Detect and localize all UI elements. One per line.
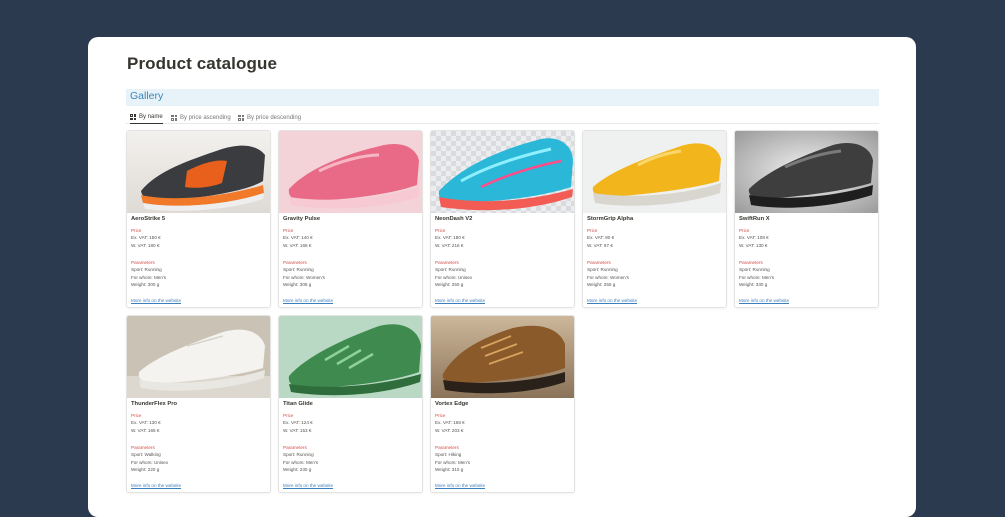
black-grey-shoe-image	[735, 131, 878, 213]
weight-value: Weight: 300 g	[131, 282, 160, 287]
sport-value: Sport: Running	[131, 267, 162, 272]
price-ex-vat: Ex. VAT: 140 €	[283, 235, 313, 240]
sport-value: Sport: Running	[587, 267, 618, 272]
product-name: AeroStrike 5	[131, 216, 166, 222]
for-whom-value: For whom: Women's	[283, 274, 325, 280]
dark-orange-running-shoe-image	[127, 131, 270, 213]
sport-value: Sport: Running	[435, 267, 466, 272]
product-name: Titan Glide	[283, 401, 313, 407]
price-ex-vat: Ex. VAT: 108 €	[739, 235, 769, 240]
price-with-vat: W. VAT: 203 €	[435, 427, 464, 433]
product-name: Gravity Pulse	[283, 216, 321, 222]
weight-value: Weight: 255 g	[587, 282, 616, 287]
for-whom-value: For whom: Women's	[587, 274, 629, 280]
for-whom-value: For whom: Men's	[739, 274, 775, 280]
product-card[interactable]: AeroStrike 5 Price Ex. VAT: 150 € W. VAT…	[126, 130, 271, 308]
price-ex-vat: Ex. VAT: 150 €	[131, 235, 161, 240]
tab-by-name[interactable]: By name	[130, 111, 163, 124]
sport-value: Sport: Running	[283, 267, 314, 272]
for-whom-value: For whom: Men's	[131, 274, 167, 280]
weight-value: Weight: 330 g	[739, 282, 768, 287]
price-with-vat: W. VAT: 153 €	[283, 427, 312, 433]
catalogue-page: Product catalogue Gallery By name By pri…	[88, 37, 916, 517]
white-sneaker-image	[127, 316, 270, 398]
for-whom-value: For whom: Unisex	[131, 459, 169, 465]
price-with-vat: W. VAT: 130 €	[739, 242, 768, 248]
page-title: Product catalogue	[127, 54, 278, 73]
price-with-vat: W. VAT: 165 €	[131, 427, 160, 433]
weight-value: Weight: 230 g	[283, 467, 312, 472]
for-whom-value: For whom: Men's	[435, 459, 471, 465]
price-with-vat: W. VAT: 180 €	[131, 242, 160, 248]
pink-running-shoe-image	[279, 131, 422, 213]
tab-label: By name	[139, 114, 163, 120]
price-ex-vat: Ex. VAT: 130 €	[131, 420, 161, 425]
product-name: Vortex Edge	[435, 401, 469, 407]
for-whom-value: For whom: Men's	[283, 459, 319, 465]
neon-blue-shoe-image	[431, 131, 574, 213]
more-info-link[interactable]: More info on the website	[435, 298, 485, 303]
sport-value: Sport: Running	[283, 452, 314, 457]
view-tabs: By name By price ascending By price desc…	[126, 109, 879, 124]
tab-by-price-ascending[interactable]: By price ascending	[171, 111, 231, 124]
product-card[interactable]: Vortex Edge Price Ex. VAT: 168 € W. VAT:…	[430, 315, 575, 493]
gallery-grid-icon	[171, 114, 177, 121]
product-name: ThunderFlex Pro	[131, 401, 178, 407]
tab-label: By price ascending	[180, 114, 231, 121]
product-card[interactable]: ThunderFlex Pro Price Ex. VAT: 130 € W. …	[126, 315, 271, 493]
product-card[interactable]: NeonDash V2 Price Ex. VAT: 180 € W. VAT:…	[430, 130, 575, 308]
price-ex-vat: Ex. VAT: 180 €	[435, 235, 465, 240]
product-card[interactable]: Gravity Pulse Price Ex. VAT: 140 € W. VA…	[278, 130, 423, 308]
product-name: SwiftRun X	[739, 216, 770, 222]
sport-value: Sport: Hiking	[435, 452, 462, 457]
tab-by-price-descending[interactable]: By price descending	[238, 111, 301, 124]
tab-label: By price descending	[247, 114, 302, 121]
product-card[interactable]: SwiftRun X Price Ex. VAT: 108 € W. VAT: …	[734, 130, 879, 308]
price-ex-vat: Ex. VAT: 124 €	[283, 420, 313, 425]
for-whom-value: For whom: Unisex	[435, 274, 473, 280]
gallery-title[interactable]: Gallery	[130, 90, 163, 102]
more-info-link[interactable]: More info on the website	[435, 483, 485, 488]
yellow-running-shoe-image	[583, 131, 726, 213]
price-ex-vat: Ex. VAT: 80 €	[587, 235, 615, 240]
more-info-link[interactable]: More info on the website	[131, 298, 181, 303]
sport-value: Sport: Walking	[131, 452, 161, 457]
gallery-grid-icon	[238, 114, 244, 121]
more-info-link[interactable]: More info on the website	[131, 483, 181, 488]
gallery-header: Gallery	[126, 89, 879, 106]
product-name: NeonDash V2	[435, 216, 473, 222]
more-info-link[interactable]: More info on the website	[739, 298, 789, 303]
brown-hiking-boot-image	[431, 316, 574, 398]
price-with-vat: W. VAT: 216 €	[435, 242, 464, 248]
product-name: StormGrip Alpha	[587, 216, 634, 222]
gallery-grid-icon	[130, 114, 136, 120]
weight-value: Weight: 306 g	[283, 282, 312, 287]
price-with-vat: W. VAT: 168 €	[283, 242, 312, 248]
weight-value: Weight: 310 g	[435, 467, 464, 472]
price-with-vat: W. VAT: 97 €	[587, 242, 613, 248]
sport-value: Sport: Running	[739, 267, 770, 272]
price-ex-vat: Ex. VAT: 168 €	[435, 420, 465, 425]
weight-value: Weight: 220 g	[131, 467, 160, 472]
product-card[interactable]: Titan Glide Price Ex. VAT: 124 € W. VAT:…	[278, 315, 423, 493]
green-running-shoe-image	[279, 316, 422, 398]
product-card[interactable]: StormGrip Alpha Price Ex. VAT: 80 € W. V…	[582, 130, 727, 308]
weight-value: Weight: 250 g	[435, 282, 464, 287]
more-info-link[interactable]: More info on the website	[283, 483, 333, 488]
more-info-link[interactable]: More info on the website	[283, 298, 333, 303]
more-info-link[interactable]: More info on the website	[587, 298, 637, 303]
